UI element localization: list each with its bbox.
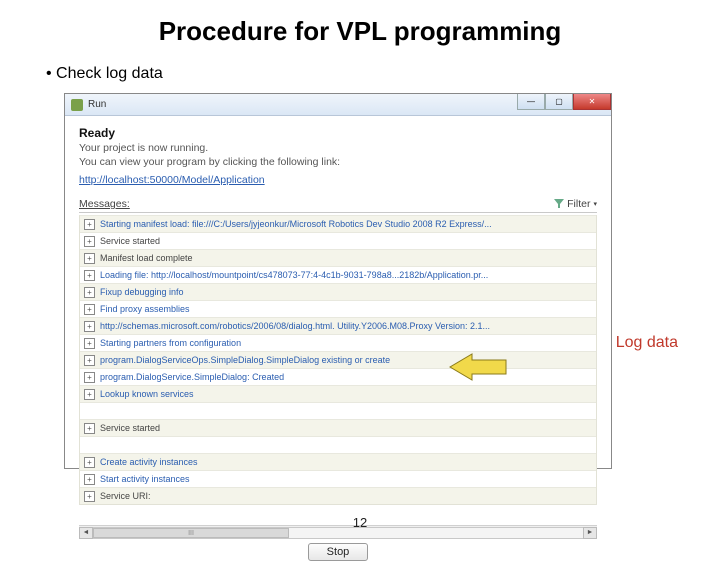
expand-icon[interactable]: + [84,270,95,281]
log-row[interactable]: + Loading file: http://localhost/mountpoi… [80,266,596,283]
expand-icon[interactable]: + [84,338,95,349]
log-text: Loading file: http://localhost/mountpoin… [100,270,596,280]
log-row[interactable]: + Fixup debugging info [80,283,596,300]
log-row[interactable]: + Start activity instances [80,470,596,487]
log-row[interactable]: + Service started [80,232,596,249]
log-row[interactable]: + Find proxy assemblies [80,300,596,317]
page-number: 12 [0,515,720,530]
log-row[interactable]: + Starting partners from configuration [80,334,596,351]
expand-icon[interactable]: + [84,355,95,366]
expand-icon[interactable]: + [84,372,95,383]
log-row[interactable]: + Lookup known services [80,385,596,402]
ready-sub-2: You can view your program by clicking th… [79,156,597,168]
log-text: program.DialogService.SimpleDialog: Crea… [100,372,596,382]
log-text: Fixup debugging info [100,287,596,297]
log-row[interactable]: + Service URI: [80,487,596,504]
log-list: + Starting manifest load: file:///C:/User… [79,215,597,505]
log-text: Start activity instances [100,474,596,484]
log-text: Find proxy assemblies [100,304,596,314]
window-minimize-button[interactable]: — [517,94,545,110]
ready-heading: Ready [79,126,597,140]
app-icon [71,99,83,111]
expand-icon[interactable]: + [84,457,95,468]
stop-button[interactable]: Stop [308,543,369,561]
log-text: http://schemas.microsoft.com/robotics/20… [100,321,596,331]
ready-sub-1: Your project is now running. [79,142,597,154]
window-close-button[interactable]: ✕ [573,94,611,110]
run-window: Run — ▢ ✕ Ready Your project is now runn… [64,93,612,469]
log-text: Manifest load complete [100,253,596,263]
expand-icon[interactable]: + [84,287,95,298]
expand-icon[interactable]: + [84,219,95,230]
expand-icon[interactable]: + [84,491,95,502]
application-link[interactable]: http://localhost:50000/Model/Application [79,174,265,186]
funnel-icon [554,199,564,209]
expand-icon[interactable]: + [84,423,95,434]
log-text: Create activity instances [100,457,596,467]
log-text: Lookup known services [100,389,596,399]
log-row[interactable]: + http://schemas.microsoft.com/robotics/2… [80,317,596,334]
log-text: Service started [100,236,596,246]
window-title: Run [88,99,106,110]
log-text: Service started [100,423,596,433]
window-content: Ready Your project is now running. You c… [65,116,611,563]
chevron-down-icon: ▾ [593,200,597,208]
log-row[interactable]: + Create activity instances [80,453,596,470]
window-titlebar[interactable]: Run — ▢ ✕ [65,94,611,116]
log-row-empty [80,402,596,419]
expand-icon[interactable]: + [84,304,95,315]
annotation-log-data: Log data [616,334,678,352]
slide-bullet: Check log data [46,65,680,83]
expand-icon[interactable]: + [84,253,95,264]
expand-icon[interactable]: + [84,321,95,332]
log-row[interactable]: + Manifest load complete [80,249,596,266]
slide-title: Procedure for VPL programming [40,16,680,47]
expand-icon[interactable]: + [84,474,95,485]
log-row[interactable]: + Service started [80,419,596,436]
messages-label: Messages: [79,198,130,210]
log-text: Starting partners from configuration [100,338,596,348]
log-row[interactable]: + program.DialogServiceOps.SimpleDialog.S… [80,351,596,368]
log-row[interactable]: + Starting manifest load: file:///C:/User… [80,215,596,232]
log-row-empty [80,436,596,453]
log-text: Service URI: [100,491,596,501]
log-text: Starting manifest load: file:///C:/Users… [100,219,596,229]
window-maximize-button[interactable]: ▢ [545,94,573,110]
filter-dropdown[interactable]: Filter ▾ [554,198,597,210]
annotation-arrow-icon [444,352,514,382]
log-row[interactable]: + program.DialogService.SimpleDialog: Cre… [80,368,596,385]
expand-icon[interactable]: + [84,236,95,247]
expand-icon[interactable]: + [84,389,95,400]
filter-label: Filter [567,198,590,210]
log-text: program.DialogServiceOps.SimpleDialog.Si… [100,355,596,365]
